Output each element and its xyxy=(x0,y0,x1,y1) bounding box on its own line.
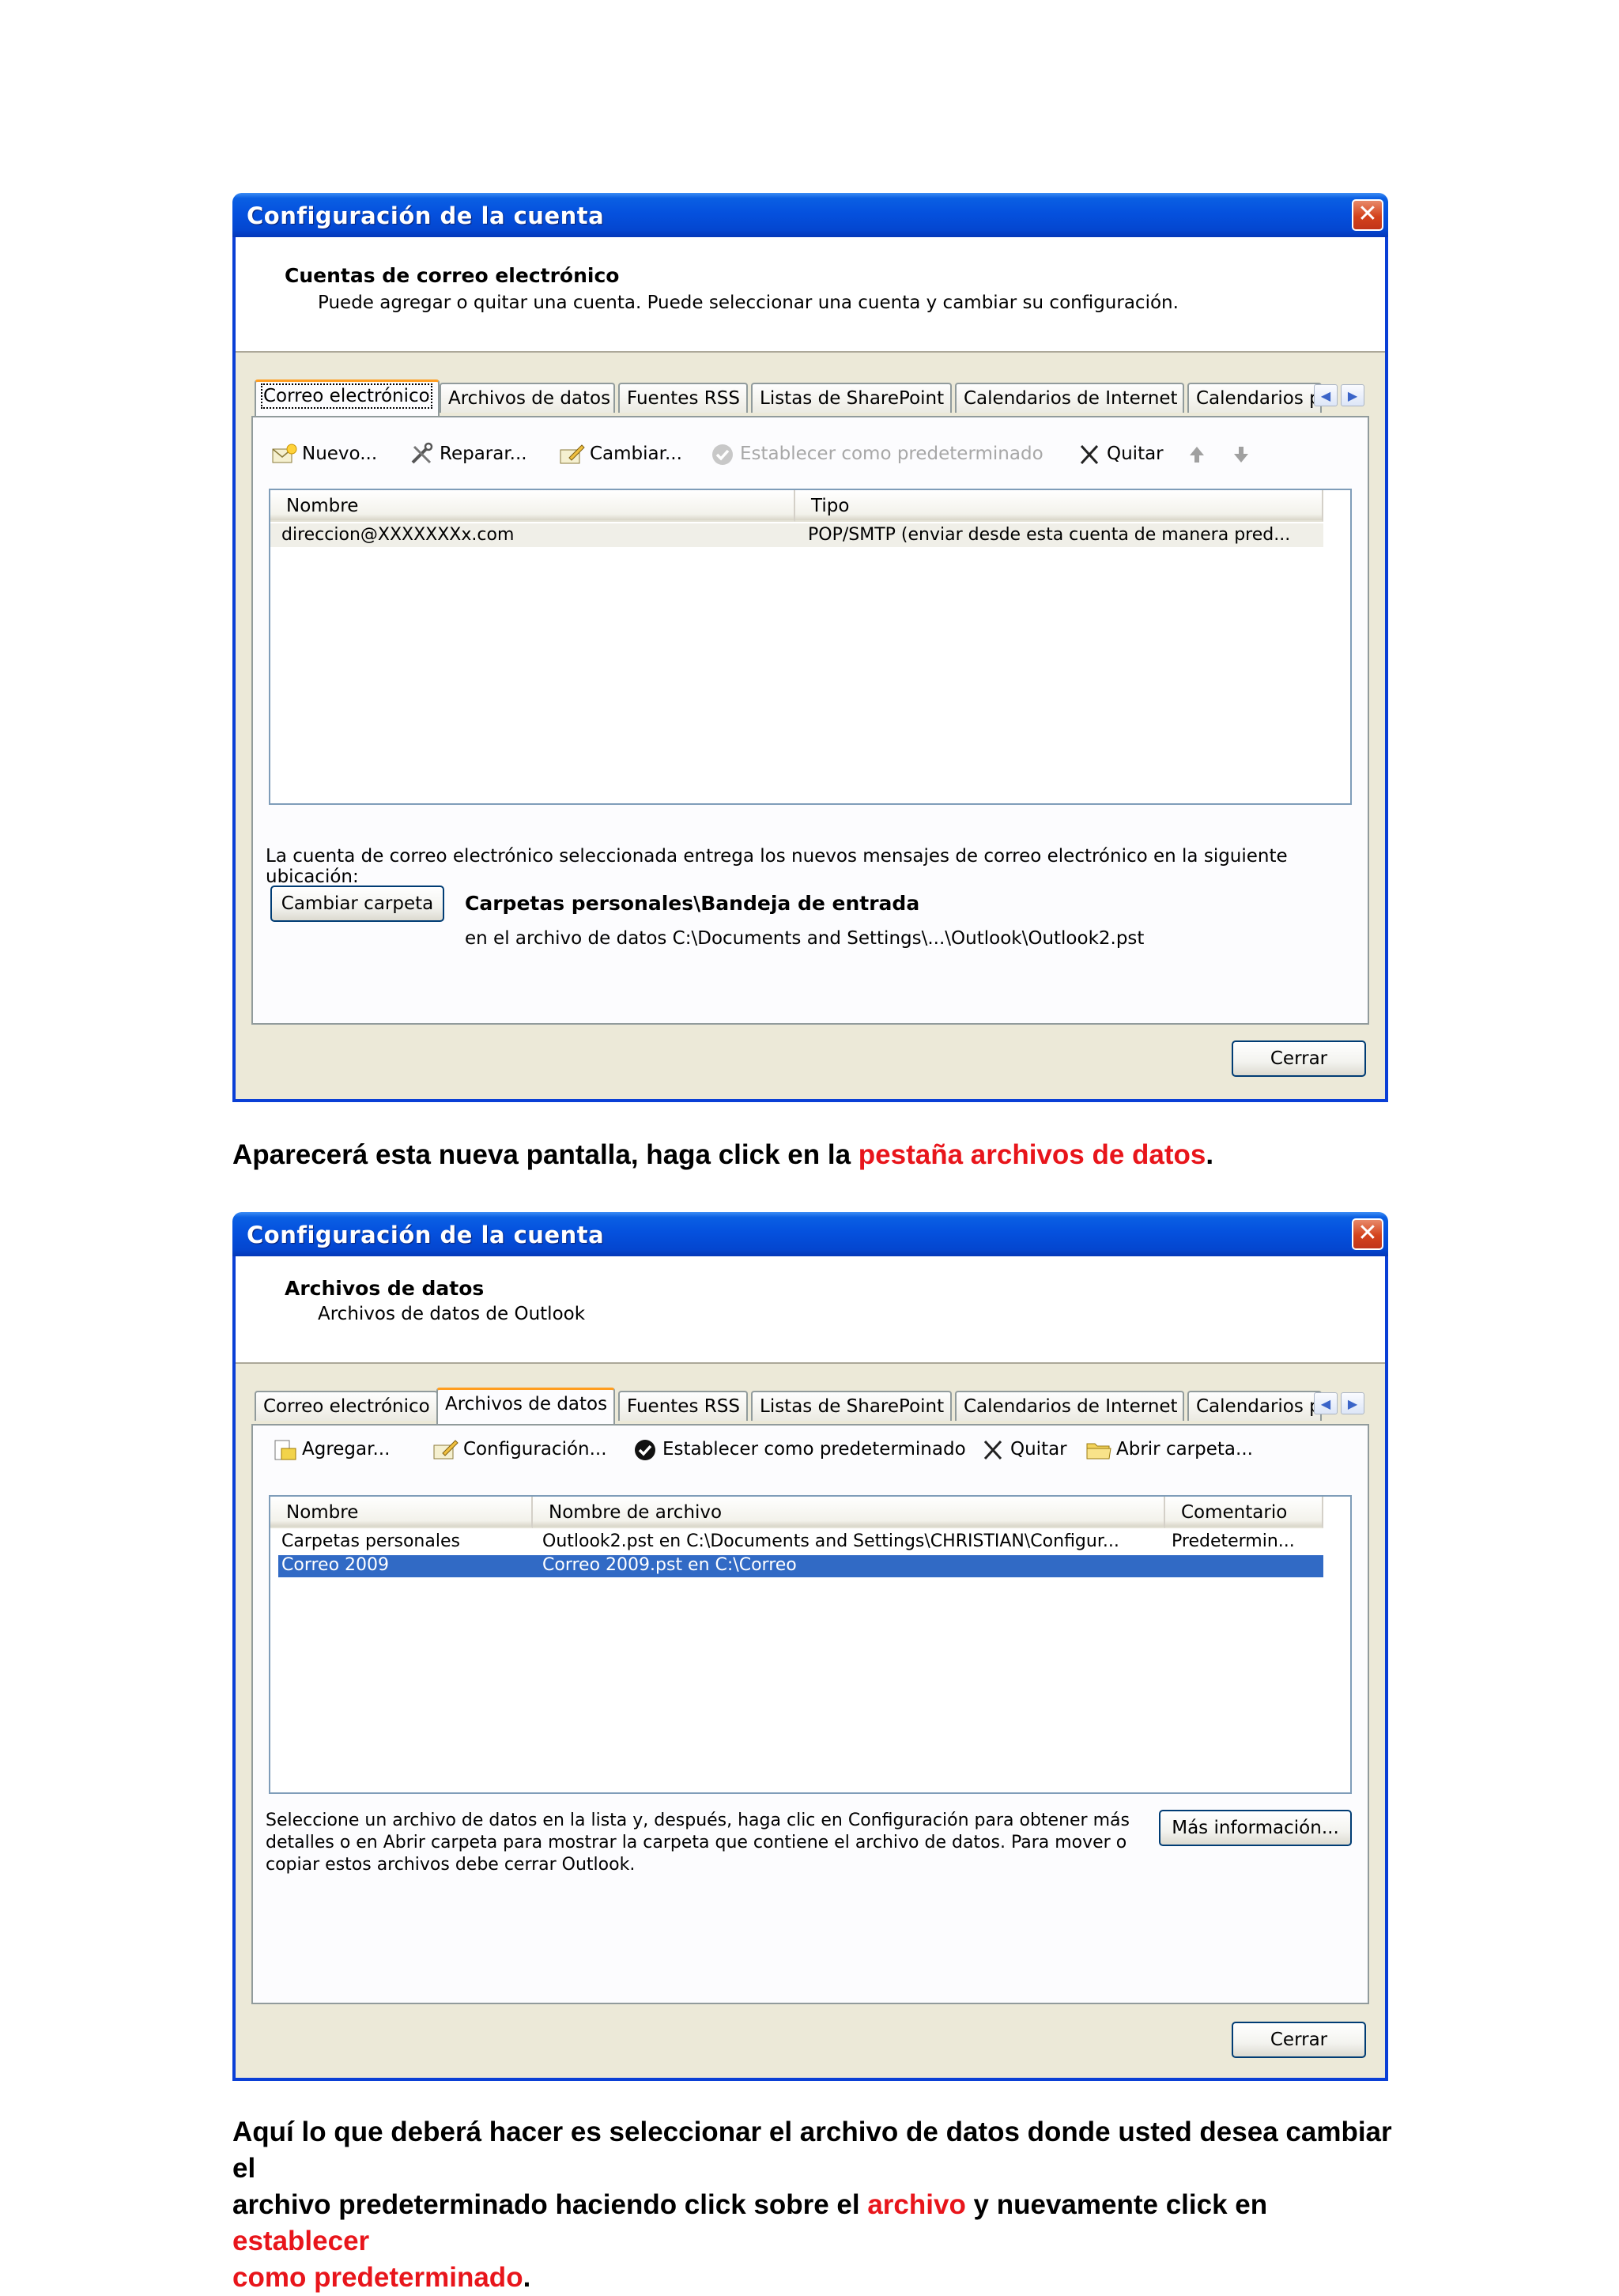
delivery-location-text: La cuenta de correo electrónico seleccio… xyxy=(266,846,1288,887)
tab-rss-feeds[interactable]: Fuentes RSS xyxy=(618,1391,748,1421)
delivery-folder-path: Carpetas personales\Bandeja de entrada xyxy=(465,892,920,915)
tab-rss-feeds[interactable]: Fuentes RSS xyxy=(618,383,748,413)
tab-panel-email: Nuevo... Reparar... Cambiar... Establece… xyxy=(251,416,1369,1025)
arrow-up-icon xyxy=(1190,446,1204,463)
close-button[interactable]: Cerrar xyxy=(1232,1040,1366,1077)
data-file-path-cell: Outlook2.pst en C:\Documents and Setting… xyxy=(542,1531,1119,1551)
data-file-path: en el archivo de datos C:\Documents and … xyxy=(465,928,1145,949)
column-header-type[interactable]: Tipo xyxy=(795,490,1323,522)
checkmark-circle-icon xyxy=(712,444,733,465)
header-subtitle: Puede agregar o quitar una cuenta. Puede… xyxy=(318,293,1179,313)
account-settings-window-email: Configuración de la cuenta ✕ Cuentas de … xyxy=(232,193,1388,1102)
account-list[interactable]: Nombre Tipo direccion@XXXXXXXx.com POP/S… xyxy=(269,489,1352,805)
move-down-button[interactable] xyxy=(1227,438,1259,470)
help-text: Seleccione un archivo de datos en la lis… xyxy=(266,1810,1130,1876)
change-folder-button[interactable]: Cambiar carpeta xyxy=(270,886,444,922)
tab-scroll-left-icon[interactable]: ◀ xyxy=(1314,384,1338,406)
instruction-highlight: archivo xyxy=(867,2189,966,2220)
data-file-name-cell: Correo 2009 xyxy=(281,1555,390,1575)
tab-sharepoint-lists[interactable]: Listas de SharePoint xyxy=(751,383,952,413)
column-header-comment[interactable]: Comentario xyxy=(1165,1497,1323,1528)
arrow-down-icon xyxy=(1234,446,1248,463)
window-title: Configuración de la cuenta xyxy=(247,202,605,229)
instruction-line-2: archivo predeterminado haciendo click so… xyxy=(232,2189,1268,2256)
add-data-file-icon xyxy=(274,1440,296,1460)
set-default-button[interactable]: Establecer como predeterminado xyxy=(631,1433,966,1465)
title-bar[interactable]: Configuración de la cuenta ✕ xyxy=(232,1212,1388,1256)
dialog-header: Cuentas de correo electrónico Puede agre… xyxy=(236,237,1385,353)
new-mail-icon xyxy=(272,444,297,463)
column-header-file-name[interactable]: Nombre de archivo xyxy=(533,1497,1165,1528)
instruction-text: Aparecerá esta nueva pantalla, haga clic… xyxy=(232,1139,859,1170)
header-title: Cuentas de correo electrónico xyxy=(285,264,620,287)
header-subtitle: Archivos de datos de Outlook xyxy=(318,1304,586,1324)
folder-icon xyxy=(1086,1443,1111,1459)
data-file-path-cell: Correo 2009.pst en C:\Correo xyxy=(542,1555,797,1575)
account-name-cell: direccion@XXXXXXXx.com xyxy=(281,525,515,545)
tab-scroll-left-icon[interactable]: ◀ xyxy=(1314,1392,1338,1414)
header-title: Archivos de datos xyxy=(285,1277,485,1300)
more-info-button[interactable]: Más información... xyxy=(1159,1810,1352,1846)
tab-data-files[interactable]: Archivos de datos xyxy=(440,383,615,413)
title-bar[interactable]: Configuración de la cuenta ✕ xyxy=(232,193,1388,237)
close-icon[interactable]: ✕ xyxy=(1352,1218,1383,1250)
instruction-highlight: como predeterminado xyxy=(232,2262,523,2293)
instruction-highlight: pestaña archivos de datos xyxy=(858,1139,1206,1170)
instruction-paragraph-1: Aparecerá esta nueva pantalla, haga clic… xyxy=(232,1137,1402,1173)
settings-button[interactable]: Configuración... xyxy=(432,1433,607,1465)
close-button[interactable]: Cerrar xyxy=(1232,2022,1366,2058)
help-text-line: detalles o en Abrir carpeta para mostrar… xyxy=(266,1833,1127,1852)
set-default-button[interactable]: Establecer como predeterminado xyxy=(708,438,1043,470)
new-account-button[interactable]: Nuevo... xyxy=(270,438,377,470)
remove-button[interactable]: Quitar xyxy=(1075,438,1164,470)
tab-published-calendars[interactable]: Calendarios p xyxy=(1187,1391,1322,1421)
dialog-header: Archivos de datos Archivos de datos de O… xyxy=(236,1256,1385,1364)
checkmark-circle-icon xyxy=(635,1439,655,1460)
tab-sharepoint-lists[interactable]: Listas de SharePoint xyxy=(751,1391,952,1421)
settings-file-icon xyxy=(433,1439,459,1459)
close-icon[interactable]: ✕ xyxy=(1352,199,1383,231)
tab-email[interactable]: Correo electrónico xyxy=(255,1391,438,1421)
delete-x-icon xyxy=(1080,444,1099,464)
delete-x-icon xyxy=(983,1440,1002,1460)
move-up-button[interactable] xyxy=(1183,438,1214,470)
tab-internet-calendars[interactable]: Calendarios de Internet xyxy=(955,1391,1184,1421)
tab-email[interactable]: Correo electrónico xyxy=(255,380,440,416)
remove-button[interactable]: Quitar xyxy=(979,1433,1067,1465)
instruction-paragraph-2: Aquí lo que deberá hacer es seleccionar … xyxy=(232,2114,1402,2296)
help-text-line: Seleccione un archivo de datos en la lis… xyxy=(266,1811,1130,1830)
account-toolbar: Nuevo... Reparar... Cambiar... Establece… xyxy=(253,438,1368,470)
open-folder-button[interactable]: Abrir carpeta... xyxy=(1085,1433,1253,1465)
account-type-cell: POP/SMTP (enviar desde esta cuenta de ma… xyxy=(808,525,1291,545)
data-file-name-cell: Carpetas personales xyxy=(281,1531,460,1551)
instruction-line-1: Aquí lo que deberá hacer es seleccionar … xyxy=(232,2117,1392,2184)
tab-strip: Correo electrónico Archivos de datos Fue… xyxy=(236,1388,1385,1426)
data-files-list[interactable]: Nombre Nombre de archivo Comentario Carp… xyxy=(269,1495,1352,1794)
column-header-name[interactable]: Nombre xyxy=(270,490,795,522)
column-header-name[interactable]: Nombre xyxy=(270,1497,533,1528)
tab-data-files[interactable]: Archivos de datos xyxy=(436,1388,615,1424)
tab-internet-calendars[interactable]: Calendarios de Internet xyxy=(955,383,1184,413)
tools-icon xyxy=(411,442,433,463)
help-text-line: copiar estos archivos debe cerrar Outloo… xyxy=(266,1855,636,1875)
instruction-text-end: . xyxy=(1206,1139,1214,1170)
instruction-highlight: establecer xyxy=(232,2226,370,2256)
tab-scroll-right-icon[interactable]: ▶ xyxy=(1341,1392,1364,1414)
tab-published-calendars[interactable]: Calendarios p xyxy=(1187,383,1322,413)
add-button[interactable]: Agregar... xyxy=(270,1433,390,1465)
instruction-line-3: como predeterminado. xyxy=(232,2262,531,2293)
tab-scroll-right-icon[interactable]: ▶ xyxy=(1341,384,1364,406)
tab-panel-data-files: Agregar... Configuración... Establecer c… xyxy=(251,1424,1369,2004)
window-title: Configuración de la cuenta xyxy=(247,1222,605,1248)
tab-strip: Correo electrónico Archivos de datos Fue… xyxy=(236,380,1385,417)
repair-button[interactable]: Reparar... xyxy=(408,438,527,470)
change-button[interactable]: Cambiar... xyxy=(558,438,682,470)
account-settings-window-data-files: Configuración de la cuenta ✕ Archivos de… xyxy=(232,1212,1388,2081)
data-files-toolbar: Agregar... Configuración... Establecer c… xyxy=(253,1433,1368,1465)
edit-account-icon xyxy=(560,444,585,463)
data-file-comment-cell: Predetermin... xyxy=(1172,1531,1295,1551)
